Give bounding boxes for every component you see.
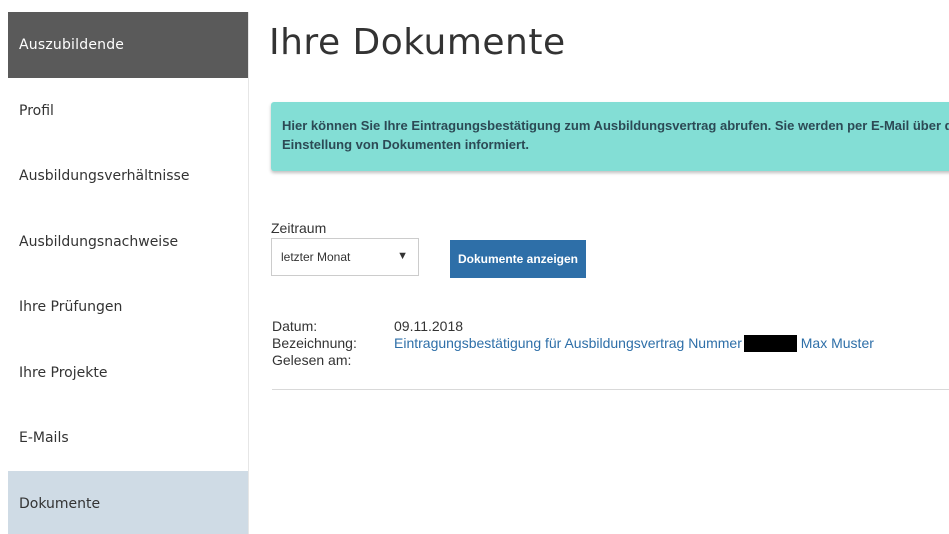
info-alert: Hier können Sie Ihre Eintragungsbestätig…	[271, 102, 949, 171]
zeitraum-select[interactable]: letzter Monat ▼	[271, 238, 419, 276]
redaction-block	[743, 335, 797, 352]
zeitraum-select-value: letzter Monat	[281, 250, 351, 264]
document-read-row: Gelesen am:	[272, 352, 949, 369]
sidebar-item-label: Ausbildungsnachweise	[19, 233, 179, 250]
sidebar-item-label: Ausbildungsverhältnisse	[19, 168, 190, 185]
sidebar-item-ausbildungsnachweise[interactable]: Ausbildungsnachweise	[8, 209, 248, 275]
document-read-label: Gelesen am:	[272, 352, 352, 368]
document-link-suffix: Max Muster	[800, 335, 874, 351]
sidebar-item-pruefungen[interactable]: Ihre Prüfungen	[8, 275, 248, 341]
sidebar-item-ausbildungsverhaeltnisse[interactable]: Ausbildungsverhältnisse	[8, 144, 248, 210]
sidebar-item-label: Dokumente	[19, 495, 101, 512]
document-date-row: Datum: 09.11.2018	[272, 318, 949, 335]
show-documents-button[interactable]: Dokumente anzeigen	[450, 240, 586, 278]
sidebar-item-emails[interactable]: E-Mails	[8, 406, 248, 472]
document-date-value: 09.11.2018	[394, 318, 464, 334]
page-title: Ihre Dokumente	[269, 22, 566, 63]
sidebar-item-label: Profil	[19, 102, 54, 119]
sidebar-header: Auszubildende	[8, 12, 248, 78]
sidebar-item-label: Ihre Projekte	[19, 364, 108, 381]
zeitraum-label: Zeitraum	[271, 220, 327, 236]
document-date-label: Datum:	[272, 318, 318, 334]
sidebar-item-dokumente[interactable]: Dokumente	[8, 471, 248, 534]
sidebar-item-profil[interactable]: Profil	[8, 78, 248, 144]
sidebar-item-projekte[interactable]: Ihre Projekte	[8, 340, 248, 406]
sidebar-item-label: E-Mails	[19, 430, 69, 447]
main-content: Ihre Dokumente Hier können Sie Ihre Eint…	[269, 0, 949, 534]
document-link-prefix: Eintragungsbestätigung für Ausbildungsve…	[394, 335, 742, 351]
document-name-row: Bezeichnung: Eintragungsbestätigung für …	[272, 335, 949, 352]
document-entry: Datum: 09.11.2018 Bezeichnung: Eintragun…	[272, 318, 949, 369]
page: Auszubildende Profil Ausbildungsverhältn…	[0, 0, 949, 534]
document-name-label: Bezeichnung:	[272, 335, 357, 351]
sidebar-item-label: Ihre Prüfungen	[19, 299, 123, 316]
caret-down-icon: ▼	[397, 250, 408, 262]
document-link[interactable]: Eintragungsbestätigung für Ausbildungsve…	[394, 335, 874, 352]
sidebar: Auszubildende Profil Ausbildungsverhältn…	[8, 12, 249, 534]
divider	[272, 389, 949, 390]
